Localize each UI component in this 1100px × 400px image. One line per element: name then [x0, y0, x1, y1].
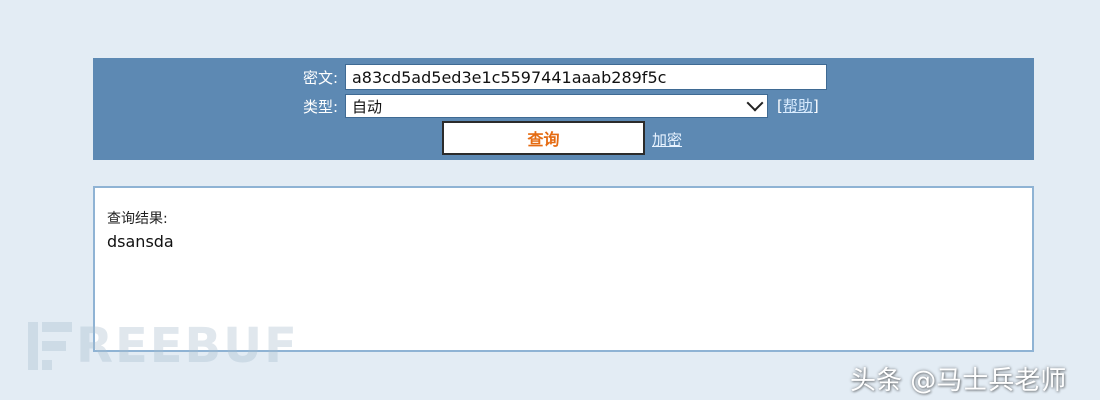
type-selected-value: 自动 [352, 97, 383, 116]
result-value: dsansda [107, 232, 174, 251]
help-link[interactable]: [帮助] [777, 94, 819, 118]
cipher-row: 密文: [290, 64, 338, 90]
type-select[interactable]: 自动 [345, 94, 768, 118]
watermark: REEBUF [28, 318, 299, 374]
author-watermark: 头条 @马士兵老师 [850, 366, 1067, 396]
help-bracket-close: ] [812, 97, 819, 115]
result-title: 查询结果: [107, 211, 168, 227]
cipher-input[interactable] [345, 64, 827, 90]
query-panel: 密文: 类型: 自动 [帮助] 查询 加密 [93, 58, 1034, 160]
freebuf-logo-icon [28, 322, 72, 370]
watermark-text: REEBUF [76, 318, 299, 374]
chevron-down-icon [746, 94, 764, 112]
query-button[interactable]: 查询 [442, 121, 645, 155]
type-row: 类型: [290, 94, 338, 118]
type-label: 类型: [302, 97, 338, 116]
cipher-label: 密文: [302, 68, 338, 87]
help-link-label: 帮助 [782, 97, 813, 115]
encrypt-link[interactable]: 加密 [652, 129, 682, 150]
